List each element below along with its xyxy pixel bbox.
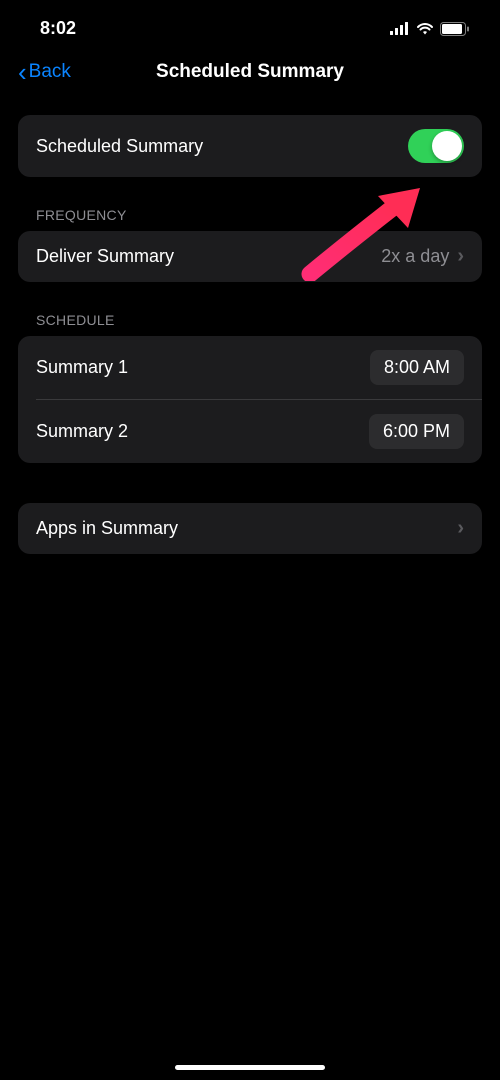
chevron-right-icon: › <box>457 517 464 540</box>
deliver-summary-row[interactable]: Deliver Summary 2x a day › <box>18 231 482 282</box>
summary-1-label: Summary 1 <box>36 357 128 378</box>
page-title: Scheduled Summary <box>156 61 344 83</box>
apps-in-summary-label: Apps in Summary <box>36 518 178 539</box>
scheduled-summary-label: Scheduled Summary <box>36 136 203 157</box>
summary-2-time[interactable]: 6:00 PM <box>369 414 464 449</box>
summary-1-row: Summary 1 8:00 AM <box>18 336 482 399</box>
status-time: 8:02 <box>40 18 76 39</box>
toggle-knob <box>432 131 462 161</box>
deliver-summary-label: Deliver Summary <box>36 246 174 267</box>
toggle-group: Scheduled Summary <box>18 115 482 177</box>
apps-group: Apps in Summary › <box>18 503 482 554</box>
chevron-left-icon: ‹ <box>18 59 27 85</box>
wifi-icon <box>416 22 434 35</box>
nav-bar: ‹ Back Scheduled Summary <box>0 49 500 103</box>
scheduled-summary-row: Scheduled Summary <box>18 115 482 177</box>
summary-2-row: Summary 2 6:00 PM <box>18 400 482 463</box>
home-indicator[interactable] <box>175 1065 325 1070</box>
apps-in-summary-row[interactable]: Apps in Summary › <box>18 503 482 554</box>
deliver-summary-value: 2x a day › <box>381 245 464 268</box>
cellular-icon <box>390 22 410 35</box>
back-label: Back <box>29 61 71 83</box>
frequency-header: FREQUENCY <box>18 187 482 231</box>
scheduled-summary-toggle[interactable] <box>408 129 464 163</box>
frequency-group: Deliver Summary 2x a day › <box>18 231 482 282</box>
back-button[interactable]: ‹ Back <box>18 59 71 85</box>
schedule-group: Summary 1 8:00 AM Summary 2 6:00 PM <box>18 336 482 463</box>
battery-icon <box>440 22 470 36</box>
chevron-right-icon: › <box>457 245 464 268</box>
summary-1-time[interactable]: 8:00 AM <box>370 350 464 385</box>
status-bar: 8:02 <box>0 0 500 49</box>
schedule-header: SCHEDULE <box>18 292 482 336</box>
summary-2-label: Summary 2 <box>36 421 128 442</box>
status-icons <box>390 22 470 36</box>
